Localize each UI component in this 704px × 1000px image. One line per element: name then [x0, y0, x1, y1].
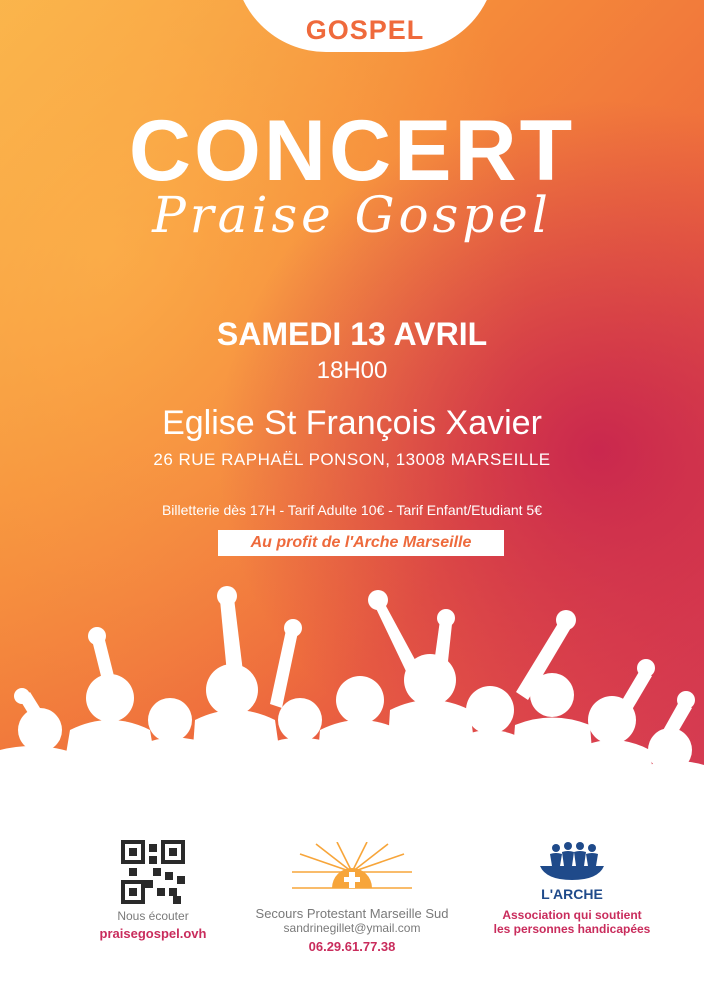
event-time: 18H00: [316, 357, 388, 384]
larche-desc-1: Association qui soutient: [502, 908, 642, 922]
event-venue: Eglise St François Xavier: [162, 404, 542, 442]
benefit-banner: Au profit de l'Arche Marseille: [218, 530, 504, 556]
ticket-info: Billetterie dès 17H - Tarif Adulte 10€ -…: [161, 502, 543, 518]
gospel-tab: GOSPEL: [234, 0, 496, 52]
gospel-tag: GOSPEL: [305, 15, 425, 45]
qr-code-icon: [121, 840, 185, 904]
larche-logo-text: L'ARCHE: [541, 886, 603, 902]
praise-gospel-script: Praise Gospel: [152, 186, 552, 244]
qr-code[interactable]: [121, 840, 185, 904]
event-date: SAMEDI 13 AVRIL: [216, 316, 488, 352]
website-link[interactable]: praisegospel.ovh: [60, 926, 246, 941]
larche-logo-icon: [540, 842, 604, 880]
secours-block: Secours Protestant Marseille Sud sandrin…: [230, 906, 474, 954]
larche-desc-2: les personnes handicapées: [493, 922, 651, 936]
secours-name: Secours Protestant Marseille Sud: [255, 906, 449, 921]
poster: GOSPEL CONCERT Praise Gospel SAMEDI 13 A…: [0, 0, 704, 1000]
event-address: 26 RUE RAPHAËL PONSON, 13008 MARSEILLE: [153, 450, 551, 469]
larche-block: Association qui soutient les personnes h…: [478, 908, 666, 936]
listen-block: Nous écouter praisegospel.ovh: [60, 909, 246, 941]
secours-protestant-logo: [292, 842, 412, 889]
listen-label: Nous écouter: [117, 909, 189, 923]
contact-email[interactable]: sandrinegillet@ymail.com: [230, 921, 474, 935]
contact-phone[interactable]: 06.29.61.77.38: [230, 939, 474, 954]
concert-title: CONCERT: [128, 103, 576, 199]
